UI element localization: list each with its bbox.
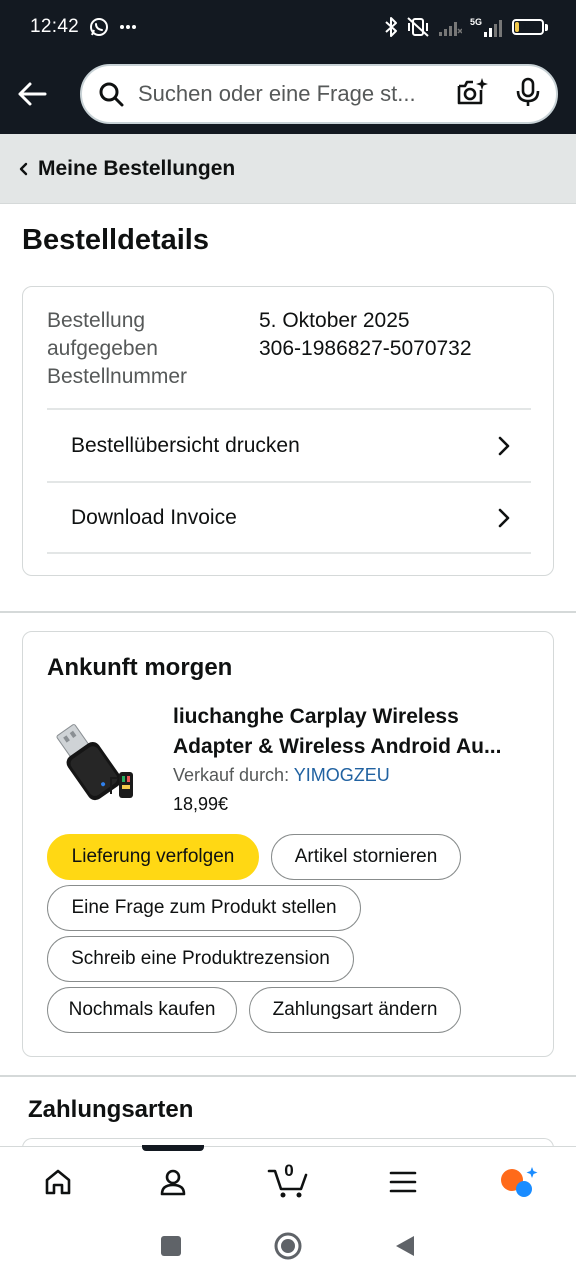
more-dots-icon <box>119 24 137 30</box>
product-title[interactable]: liuchanghe Carplay Wireless Adapter & Wi… <box>173 702 533 762</box>
search-placeholder: Suchen oder eine Frage st... <box>138 81 416 106</box>
order-date-label-2: aufgegeben <box>47 337 158 360</box>
nav-rufus[interactable] <box>460 1147 575 1217</box>
download-invoice-label: Download Invoice <box>71 505 237 529</box>
section-divider <box>0 1075 576 1077</box>
breadcrumb[interactable]: Meine Bestellungen <box>0 134 576 204</box>
account-icon <box>160 1169 185 1195</box>
circle-icon <box>274 1232 302 1259</box>
back-button[interactable] <box>0 54 64 134</box>
triangle-back-icon <box>396 1235 414 1256</box>
back-nav-button[interactable] <box>394 1234 416 1263</box>
square-icon <box>161 1235 181 1256</box>
order-number-label: Bestellnummer <box>47 365 188 388</box>
whatsapp-icon <box>89 17 109 37</box>
seller-link[interactable]: YIMOGZEU <box>294 765 390 785</box>
ask-question-button[interactable]: Eine Frage zum Produkt stellen <box>47 885 361 931</box>
menu-icon <box>389 1171 416 1192</box>
product-title-line-1: liuchanghe Carplay Wireless <box>173 705 459 728</box>
seller-info: Verkauf durch: YIMOGZEU <box>173 765 390 786</box>
product-title-line-2: Adapter & Wireless Android Au... <box>173 735 502 758</box>
product-image[interactable] <box>53 706 143 806</box>
rufus-icon <box>500 1166 537 1197</box>
chevron-left-icon <box>19 162 28 175</box>
search-header: Suchen oder eine Frage st... <box>0 54 576 134</box>
recents-button[interactable] <box>160 1235 182 1262</box>
status-time: 12:42 <box>30 16 80 37</box>
nav-menu[interactable] <box>345 1147 460 1217</box>
nav-active-indicator <box>142 1144 204 1151</box>
bluetooth-icon <box>384 16 398 38</box>
order-date: 5. Oktober 2025 <box>259 309 410 332</box>
order-date-label: Bestellung <box>47 309 146 332</box>
shipment-status: Ankunft morgen <box>47 654 233 681</box>
print-summary-link[interactable]: Bestellübersicht drucken <box>47 408 531 481</box>
arrow-left-icon <box>18 82 47 106</box>
page-title: Bestelldetails <box>22 224 209 256</box>
signal-icon <box>438 17 462 37</box>
home-icon <box>45 1169 70 1194</box>
battery-icon: 15 <box>512 19 548 35</box>
system-navigation <box>0 1216 576 1280</box>
change-payment-button[interactable]: Zahlungsart ändern <box>249 987 461 1033</box>
track-delivery-button[interactable]: Lieferung verfolgen <box>47 834 259 880</box>
search-input[interactable]: Suchen oder eine Frage st... <box>80 64 558 124</box>
chevron-right-icon <box>497 507 511 529</box>
cancel-item-button[interactable]: Artikel stornieren <box>271 834 461 880</box>
signal-5g-icon: 5G <box>470 16 504 38</box>
microphone-icon[interactable] <box>516 77 540 112</box>
search-icon <box>99 82 124 107</box>
battery-level: 15 <box>521 21 535 33</box>
nav-home[interactable] <box>0 1147 115 1217</box>
download-invoice-link[interactable]: Download Invoice <box>47 481 531 554</box>
order-number: 306-1986827-5070732 <box>259 337 472 360</box>
cart-count: 0 <box>284 1160 294 1180</box>
write-review-button[interactable]: Schreib eine Produktrezension <box>47 936 354 982</box>
buy-again-button[interactable]: Nochmals kaufen <box>47 987 237 1033</box>
section-divider <box>0 611 576 613</box>
vibrate-off-icon <box>406 16 430 38</box>
network-type: 5G <box>470 17 482 27</box>
order-info-card: Bestellung aufgegeben Bestellnummer 5. O… <box>22 286 554 576</box>
camera-lens-icon[interactable] <box>456 77 488 112</box>
chevron-right-icon <box>497 435 511 457</box>
payment-section-title: Zahlungsarten <box>28 1096 194 1123</box>
shipment-card: Ankunft morgen liuchanghe Carplay Wirele… <box>22 631 554 1057</box>
battery-fill <box>515 22 519 32</box>
nav-cart[interactable]: 0 <box>230 1147 345 1217</box>
breadcrumb-label: Meine Bestellungen <box>38 156 236 180</box>
product-price: 18,99€ <box>173 794 229 814</box>
bottom-navigation: 0 <box>0 1144 576 1217</box>
home-button[interactable] <box>274 1232 302 1265</box>
seller-label: Verkauf durch: <box>173 765 294 785</box>
nav-account[interactable] <box>115 1144 230 1217</box>
status-bar: 12:42 5G 15 <box>0 0 576 54</box>
print-summary-label: Bestellübersicht drucken <box>71 433 300 457</box>
